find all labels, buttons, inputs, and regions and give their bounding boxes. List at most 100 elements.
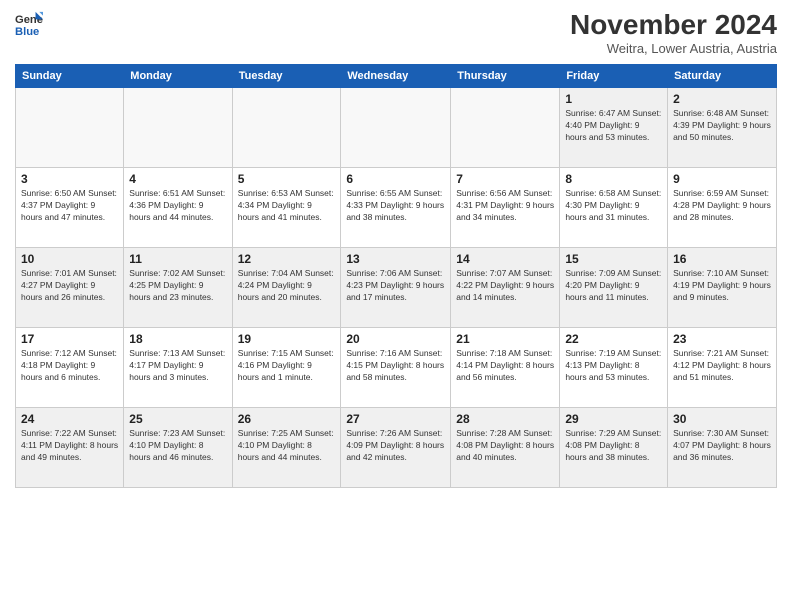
day-number: 11	[129, 252, 226, 266]
title-section: November 2024 Weitra, Lower Austria, Aus…	[570, 10, 777, 56]
col-wednesday: Wednesday	[341, 64, 451, 87]
calendar-cell: 28 Sunrise: 7:28 AM Sunset: 4:08 PM Dayli…	[451, 407, 560, 487]
svg-text:Blue: Blue	[15, 26, 39, 38]
calendar-cell: 16 Sunrise: 7:10 AM Sunset: 4:19 PM Dayli…	[668, 247, 777, 327]
col-tuesday: Tuesday	[232, 64, 341, 87]
logo-icon: General Blue	[15, 10, 43, 38]
day-number: 15	[565, 252, 662, 266]
calendar-cell: 30Sunrise: 7:30 AM Sunset: 4:07 PM Dayli…	[668, 407, 777, 487]
calendar-cell: 2 Sunrise: 6:48 AM Sunset: 4:39 PM Daylig…	[668, 87, 777, 167]
header-section: General Blue November 2024 Weitra, Lower…	[15, 10, 777, 56]
day-number: 17	[21, 332, 118, 346]
day-info: Sunrise: 7:12 AM Sunset: 4:18 PM Dayligh…	[21, 348, 118, 384]
day-info: Sunrise: 6:53 AM Sunset: 4:34 PM Dayligh…	[238, 188, 336, 224]
day-info: Sunrise: 7:01 AM Sunset: 4:27 PM Dayligh…	[21, 268, 118, 304]
day-number: 26	[238, 412, 336, 426]
calendar-cell	[124, 87, 232, 167]
day-info: Sunrise: 6:48 AM Sunset: 4:39 PM Dayligh…	[673, 108, 771, 144]
day-number: 27	[346, 412, 445, 426]
col-thursday: Thursday	[451, 64, 560, 87]
calendar-cell: 1 Sunrise: 6:47 AM Sunset: 4:40 PM Daylig…	[560, 87, 668, 167]
day-info: Sunrise: 7:19 AM Sunset: 4:13 PM Dayligh…	[565, 348, 662, 384]
col-saturday: Saturday	[668, 64, 777, 87]
col-sunday: Sunday	[16, 64, 124, 87]
day-info: Sunrise: 7:06 AM Sunset: 4:23 PM Dayligh…	[346, 268, 445, 304]
day-number: 22	[565, 332, 662, 346]
day-info: Sunrise: 7:22 AM Sunset: 4:11 PM Dayligh…	[21, 428, 118, 464]
day-number: 3	[21, 172, 118, 186]
day-number: 6	[346, 172, 445, 186]
logo: General Blue	[15, 10, 43, 38]
day-number: 13	[346, 252, 445, 266]
calendar-cell: 24 Sunrise: 7:22 AM Sunset: 4:11 PM Dayli…	[16, 407, 124, 487]
col-monday: Monday	[124, 64, 232, 87]
day-info: Sunrise: 6:55 AM Sunset: 4:33 PM Dayligh…	[346, 188, 445, 224]
calendar-cell: 21Sunrise: 7:18 AM Sunset: 4:14 PM Dayli…	[451, 327, 560, 407]
day-number: 18	[129, 332, 226, 346]
day-number: 28	[456, 412, 554, 426]
day-info: Sunrise: 7:23 AM Sunset: 4:10 PM Dayligh…	[129, 428, 226, 464]
day-number: 16	[673, 252, 771, 266]
col-friday: Friday	[560, 64, 668, 87]
calendar-cell: 13 Sunrise: 7:06 AM Sunset: 4:23 PM Dayli…	[341, 247, 451, 327]
calendar-cell: 4 Sunrise: 6:51 AM Sunset: 4:36 PM Daylig…	[124, 167, 232, 247]
day-info: Sunrise: 7:13 AM Sunset: 4:17 PM Dayligh…	[129, 348, 226, 384]
day-number: 14	[456, 252, 554, 266]
day-number: 20	[346, 332, 445, 346]
day-number: 12	[238, 252, 336, 266]
day-info: Sunrise: 6:56 AM Sunset: 4:31 PM Dayligh…	[456, 188, 554, 224]
calendar-cell: 27Sunrise: 7:26 AM Sunset: 4:09 PM Dayli…	[341, 407, 451, 487]
calendar-cell: 8Sunrise: 6:58 AM Sunset: 4:30 PM Daylig…	[560, 167, 668, 247]
day-number: 23	[673, 332, 771, 346]
day-number: 1	[565, 92, 662, 106]
day-info: Sunrise: 7:07 AM Sunset: 4:22 PM Dayligh…	[456, 268, 554, 304]
day-number: 29	[565, 412, 662, 426]
day-info: Sunrise: 6:51 AM Sunset: 4:36 PM Dayligh…	[129, 188, 226, 224]
calendar-week-3: 17 Sunrise: 7:12 AM Sunset: 4:18 PM Dayli…	[16, 327, 777, 407]
day-info: Sunrise: 7:04 AM Sunset: 4:24 PM Dayligh…	[238, 268, 336, 304]
day-info: Sunrise: 7:29 AM Sunset: 4:08 PM Dayligh…	[565, 428, 662, 464]
day-number: 5	[238, 172, 336, 186]
calendar-week-4: 24 Sunrise: 7:22 AM Sunset: 4:11 PM Dayli…	[16, 407, 777, 487]
day-info: Sunrise: 7:09 AM Sunset: 4:20 PM Dayligh…	[565, 268, 662, 304]
calendar-cell: 17 Sunrise: 7:12 AM Sunset: 4:18 PM Dayli…	[16, 327, 124, 407]
day-number: 2	[673, 92, 771, 106]
calendar-cell: 11Sunrise: 7:02 AM Sunset: 4:25 PM Dayli…	[124, 247, 232, 327]
day-number: 19	[238, 332, 336, 346]
day-number: 7	[456, 172, 554, 186]
calendar-week-0: 1 Sunrise: 6:47 AM Sunset: 4:40 PM Daylig…	[16, 87, 777, 167]
calendar-cell: 10Sunrise: 7:01 AM Sunset: 4:27 PM Dayli…	[16, 247, 124, 327]
day-number: 25	[129, 412, 226, 426]
calendar-week-2: 10Sunrise: 7:01 AM Sunset: 4:27 PM Dayli…	[16, 247, 777, 327]
day-info: Sunrise: 6:58 AM Sunset: 4:30 PM Dayligh…	[565, 188, 662, 224]
calendar-header-row: Sunday Monday Tuesday Wednesday Thursday…	[16, 64, 777, 87]
day-info: Sunrise: 7:15 AM Sunset: 4:16 PM Dayligh…	[238, 348, 336, 384]
calendar-cell	[16, 87, 124, 167]
day-info: Sunrise: 7:10 AM Sunset: 4:19 PM Dayligh…	[673, 268, 771, 304]
day-number: 9	[673, 172, 771, 186]
calendar-table: Sunday Monday Tuesday Wednesday Thursday…	[15, 64, 777, 488]
calendar-cell: 25 Sunrise: 7:23 AM Sunset: 4:10 PM Dayli…	[124, 407, 232, 487]
day-info: Sunrise: 7:16 AM Sunset: 4:15 PM Dayligh…	[346, 348, 445, 384]
calendar-cell	[232, 87, 341, 167]
calendar-cell: 18 Sunrise: 7:13 AM Sunset: 4:17 PM Dayli…	[124, 327, 232, 407]
calendar-cell: 3 Sunrise: 6:50 AM Sunset: 4:37 PM Daylig…	[16, 167, 124, 247]
calendar-cell: 12 Sunrise: 7:04 AM Sunset: 4:24 PM Dayli…	[232, 247, 341, 327]
calendar-cell: 15 Sunrise: 7:09 AM Sunset: 4:20 PM Dayli…	[560, 247, 668, 327]
calendar-week-1: 3 Sunrise: 6:50 AM Sunset: 4:37 PM Daylig…	[16, 167, 777, 247]
day-info: Sunrise: 6:47 AM Sunset: 4:40 PM Dayligh…	[565, 108, 662, 144]
calendar-cell	[451, 87, 560, 167]
calendar-cell: 7 Sunrise: 6:56 AM Sunset: 4:31 PM Daylig…	[451, 167, 560, 247]
day-info: Sunrise: 7:25 AM Sunset: 4:10 PM Dayligh…	[238, 428, 336, 464]
day-info: Sunrise: 7:18 AM Sunset: 4:14 PM Dayligh…	[456, 348, 554, 384]
month-title: November 2024	[570, 10, 777, 41]
day-info: Sunrise: 7:28 AM Sunset: 4:08 PM Dayligh…	[456, 428, 554, 464]
day-number: 24	[21, 412, 118, 426]
calendar-cell: 14 Sunrise: 7:07 AM Sunset: 4:22 PM Dayli…	[451, 247, 560, 327]
day-number: 4	[129, 172, 226, 186]
calendar-cell	[341, 87, 451, 167]
day-info: Sunrise: 6:50 AM Sunset: 4:37 PM Dayligh…	[21, 188, 118, 224]
calendar-body: 1 Sunrise: 6:47 AM Sunset: 4:40 PM Daylig…	[16, 87, 777, 487]
location: Weitra, Lower Austria, Austria	[570, 41, 777, 56]
day-number: 30	[673, 412, 771, 426]
